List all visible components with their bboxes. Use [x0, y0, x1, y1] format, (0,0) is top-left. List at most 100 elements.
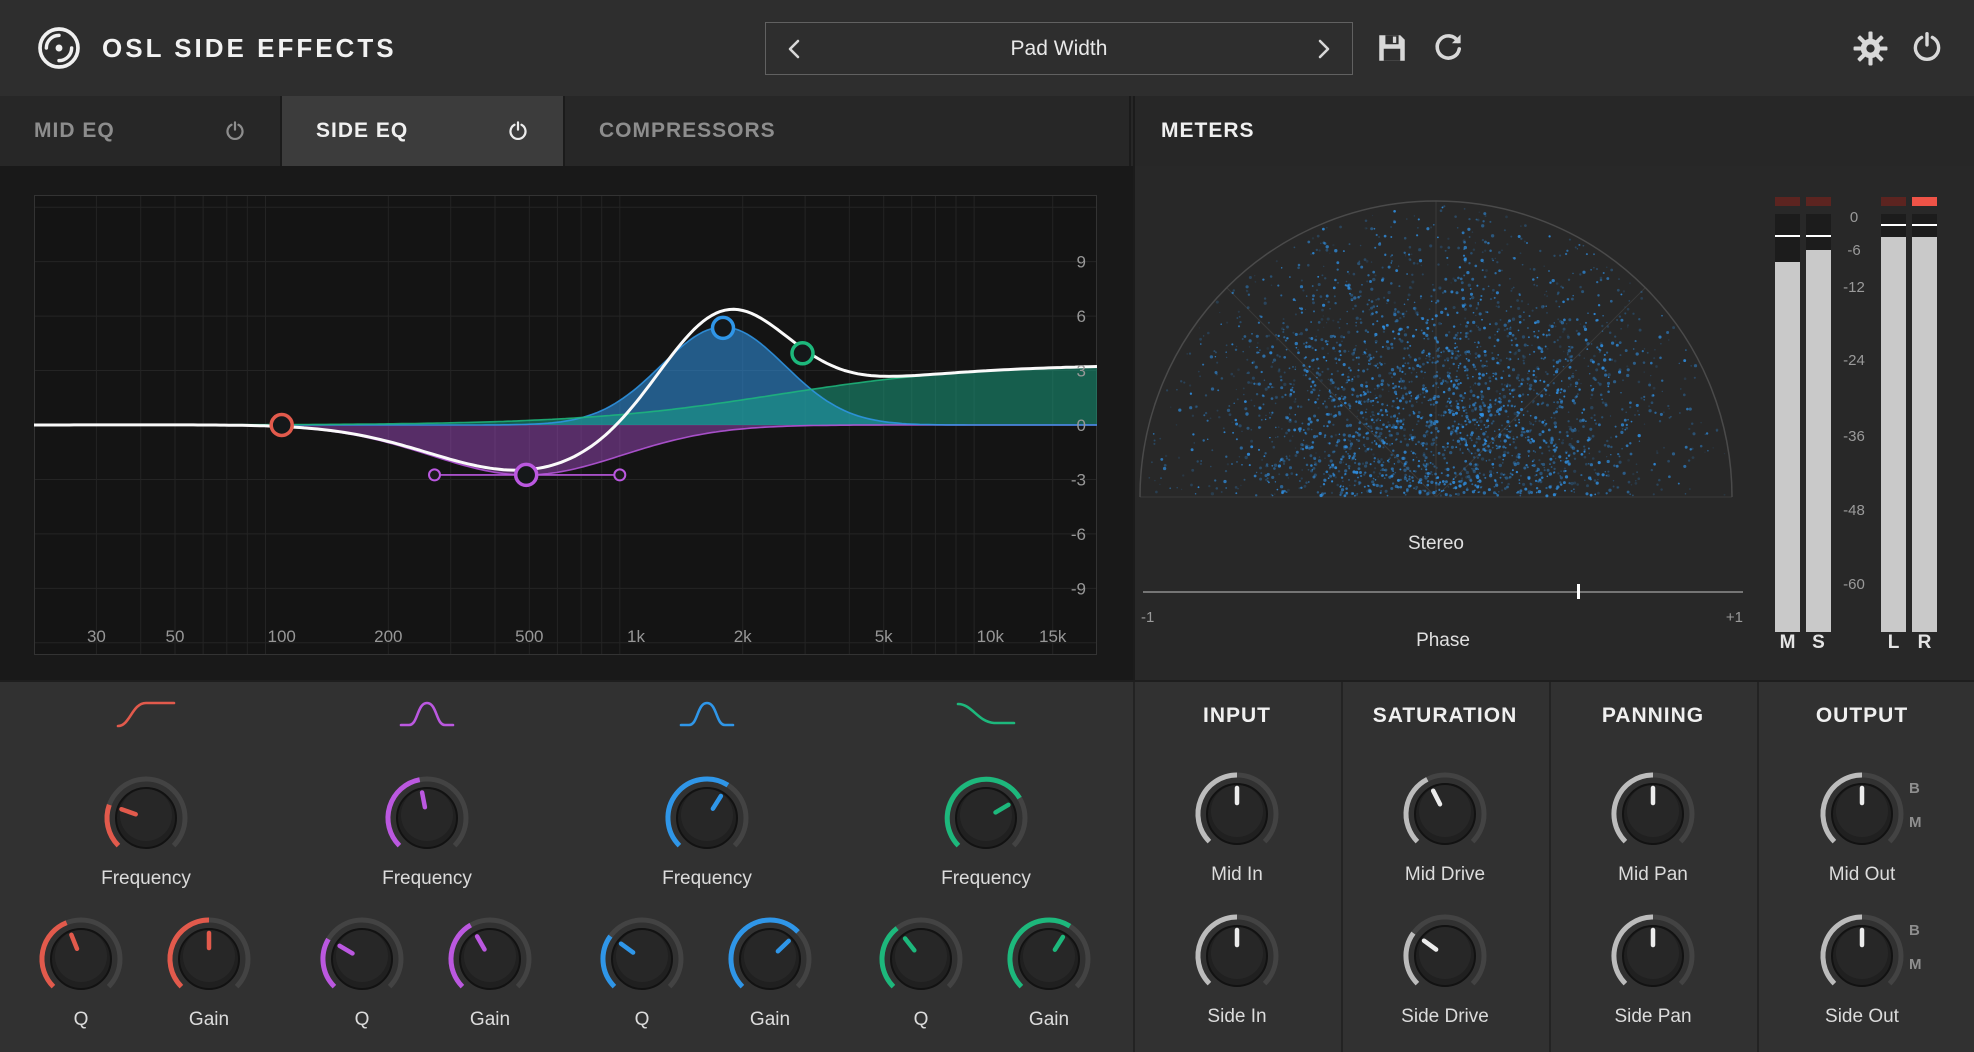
side-out-knob-label: Side Out: [1787, 1006, 1937, 1028]
frequency-knob-band-4[interactable]: Frequency: [911, 770, 1061, 890]
app-title: OSL SIDE EFFECTS: [102, 33, 397, 64]
side-eq-power-icon[interactable]: [507, 120, 529, 142]
divider: [1341, 682, 1343, 1052]
section-title-output: OUTPUT: [1758, 704, 1966, 728]
preset-selector: Pad Width: [765, 22, 1353, 75]
frequency-knob-band-1-label: Frequency: [71, 868, 221, 890]
meter-scale-tick: -24: [1833, 352, 1875, 369]
mid-in-knob[interactable]: Mid In: [1162, 766, 1312, 886]
frequency-knob-band-2[interactable]: Frequency: [352, 770, 502, 890]
side-in-knob-label: Side In: [1162, 1006, 1312, 1028]
badge-B[interactable]: B: [1909, 780, 1920, 797]
divider: [1133, 682, 1135, 1052]
preset-name[interactable]: Pad Width: [824, 37, 1294, 61]
goniometer: [1136, 186, 1736, 507]
meters-section-header: METERS: [1133, 96, 1974, 166]
svg-text:-6: -6: [1071, 525, 1086, 544]
eq-node-band-1[interactable]: [271, 415, 292, 436]
clip-indicator-S: [1806, 197, 1831, 206]
meter-scale-tick: -60: [1833, 576, 1875, 593]
meters-title: METERS: [1161, 119, 1255, 143]
frequency-knob-band-3[interactable]: Frequency: [632, 770, 782, 890]
band-shape-icon-band-3: [675, 696, 739, 737]
eq-node-band-4[interactable]: [792, 343, 813, 364]
side-drive-knob-label: Side Drive: [1370, 1006, 1520, 1028]
side-out-knob[interactable]: Side Out BM: [1787, 908, 1937, 1028]
mid-drive-knob[interactable]: Mid Drive: [1370, 766, 1520, 886]
frequency-knob-band-2-label: Frequency: [352, 868, 502, 890]
eq-curve-display[interactable]: 30501002005001k2k5k10k15k9630-3-6-9: [34, 195, 1097, 655]
mid-out-knob[interactable]: Mid OutBM: [1787, 766, 1937, 886]
mid-eq-power-icon[interactable]: [224, 120, 246, 142]
meter-label-S: S: [1806, 632, 1831, 654]
band-shape-icon-band-1: [114, 696, 178, 737]
power-button[interactable]: [1910, 30, 1944, 69]
frequency-knob-band-4-label: Frequency: [911, 868, 1061, 890]
tab-side-eq[interactable]: SIDE EQ: [282, 96, 565, 166]
eq-node-band-2[interactable]: [516, 464, 537, 485]
frequency-knob-band-1[interactable]: Frequency: [71, 770, 221, 890]
eq-q-handle[interactable]: [614, 469, 625, 480]
side-pan-knob-label: Side Pan: [1578, 1006, 1728, 1028]
level-meter-L: [1881, 214, 1906, 632]
meters-panel: Stereo -1 +1 Phase M S L R0-6-12-24-36-4…: [1133, 166, 1974, 680]
phase-marker[interactable]: [1577, 584, 1580, 599]
gain-knob-band-4[interactable]: Gain: [974, 911, 1124, 1031]
gain-knob-band-3-label: Gain: [695, 1009, 845, 1031]
meter-label-R: R: [1912, 632, 1937, 654]
svg-text:15k: 15k: [1039, 627, 1067, 646]
badge-M[interactable]: M: [1909, 814, 1922, 831]
meter-scale-tick: 0: [1833, 209, 1875, 226]
eq-node-band-3[interactable]: [713, 317, 734, 338]
side-drive-knob[interactable]: Side Drive: [1370, 908, 1520, 1028]
gain-knob-band-2[interactable]: Gain: [415, 911, 565, 1031]
clip-indicator-R: [1912, 197, 1937, 206]
settings-button[interactable]: [1852, 30, 1889, 72]
meter-scale-tick: -12: [1833, 279, 1875, 296]
tab-compressors[interactable]: COMPRESSORS: [565, 96, 1131, 166]
svg-text:30: 30: [87, 627, 106, 646]
tab-mid-eq[interactable]: MID EQ: [0, 96, 282, 166]
clip-indicator-L: [1881, 197, 1906, 206]
mid-in-knob-label: Mid In: [1162, 864, 1312, 886]
band-shape-icon-band-4: [954, 696, 1018, 737]
badge-B[interactable]: B: [1909, 922, 1920, 939]
mid-pan-knob[interactable]: Mid Pan: [1578, 766, 1728, 886]
tab-compressors-label: COMPRESSORS: [599, 119, 776, 143]
svg-text:0: 0: [1077, 416, 1086, 435]
gain-knob-band-2-label: Gain: [415, 1009, 565, 1031]
mid-drive-knob-label: Mid Drive: [1370, 864, 1520, 886]
section-title-input: INPUT: [1133, 704, 1341, 728]
tab-bar: MID EQ SIDE EQ COMPRESSORS METERS: [0, 96, 1974, 166]
save-preset-button[interactable]: [1374, 30, 1410, 71]
preset-next-button[interactable]: [1294, 23, 1352, 74]
preset-prev-button[interactable]: [766, 23, 824, 74]
plugin-window: OSL SIDE EFFECTS Pad Width: [0, 0, 1974, 1052]
clip-indicator-M: [1775, 197, 1800, 206]
meter-label-L: L: [1881, 632, 1906, 654]
side-pan-knob[interactable]: Side Pan: [1578, 908, 1728, 1028]
side-in-knob[interactable]: Side In: [1162, 908, 1312, 1028]
gain-knob-band-1[interactable]: Gain: [134, 911, 284, 1031]
meter-label-M: M: [1775, 632, 1800, 654]
eq-q-handle[interactable]: [429, 469, 440, 480]
svg-text:50: 50: [166, 627, 185, 646]
svg-text:1k: 1k: [627, 627, 645, 646]
phase-label: Phase: [1143, 630, 1743, 652]
gain-knob-band-3[interactable]: Gain: [695, 911, 845, 1031]
mid-pan-knob-label: Mid Pan: [1578, 864, 1728, 886]
eq-display-zone: 30501002005001k2k5k10k15k9630-3-6-9: [0, 166, 1133, 680]
svg-text:500: 500: [515, 627, 543, 646]
phase-slider[interactable]: [1143, 591, 1743, 593]
svg-text:200: 200: [374, 627, 402, 646]
svg-text:2k: 2k: [734, 627, 752, 646]
badge-M[interactable]: M: [1909, 956, 1922, 973]
svg-text:-9: -9: [1071, 579, 1086, 598]
meter-scale-tick: -36: [1833, 428, 1875, 445]
controls-panel: Frequency Q Gain Frequency Q Gain Freque…: [0, 680, 1974, 1052]
gain-knob-band-1-label: Gain: [134, 1009, 284, 1031]
section-title-saturation: SATURATION: [1341, 704, 1549, 728]
svg-text:10k: 10k: [977, 627, 1005, 646]
level-meter-S: [1806, 214, 1831, 632]
reload-button[interactable]: [1430, 30, 1466, 71]
